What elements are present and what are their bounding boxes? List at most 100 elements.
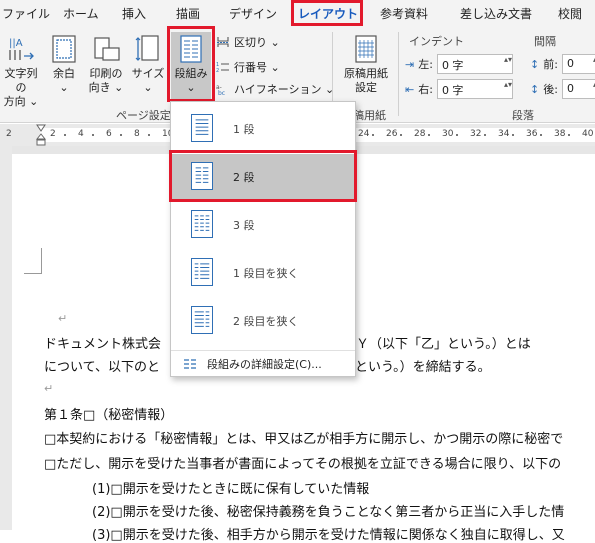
spacing-before-icon: ↕: [530, 57, 540, 71]
document-line-7: (2)□開示を受けた後、秘密保持義務を負うことなく第三者から正当に入手した情: [92, 505, 565, 520]
manuscript-setup-button[interactable]: 原稿用紙 設定: [338, 34, 394, 95]
svg-text:bc: bc: [218, 90, 225, 96]
indent-right-row: ⇤ 右: 0 字: [405, 79, 513, 99]
manuscript-label-2: 設定: [355, 81, 377, 94]
paragraph-mark: ↵: [44, 382, 54, 395]
ruler-number: 8: [134, 129, 140, 139]
indent-right-input[interactable]: 0 字: [436, 79, 513, 99]
spacing-before-input[interactable]: 0: [561, 54, 595, 74]
spacing-after-label: 後:: [543, 83, 558, 96]
orientation-label-1: 印刷の: [89, 67, 123, 80]
manuscript-group-label: 稿用紙: [353, 109, 386, 122]
line-numbers-button[interactable]: 12 行番号 ⌄: [216, 59, 280, 75]
ruler-number: 40: [582, 129, 594, 139]
left-narrow-columns-icon: [191, 258, 213, 286]
right-narrow-columns-icon: [191, 306, 213, 334]
indent-right-icon: ⇤: [405, 82, 415, 96]
tab-draw[interactable]: 描画: [176, 5, 200, 22]
columns-dropdown-menu: 1 段 2 段 3 段 1 段目を狭く 2 段目を狭く 段組みの詳細設定(C).…: [170, 101, 356, 377]
ruler-number: 2: [6, 129, 12, 139]
ruler-number: 28: [414, 129, 426, 139]
spacing-after-input[interactable]: 0: [561, 79, 595, 99]
columns-option-one[interactable]: 1 段: [171, 106, 355, 152]
spacing-after-icon: ↕: [530, 82, 540, 96]
tab-review[interactable]: 校閲: [558, 5, 582, 22]
document-line-6: (1)□開示を受けたときに既に保有していた情報: [92, 482, 370, 497]
tab-home[interactable]: ホーム: [63, 5, 99, 22]
vertical-ruler: [0, 146, 12, 530]
ruler-tick: [400, 134, 402, 136]
spacing-after-row: ↕ 後: 0: [530, 79, 595, 99]
margins-label-2: ⌄: [59, 81, 69, 94]
columns-option-three[interactable]: 3 段: [171, 202, 355, 248]
document-line-4: □本契約における「秘密情報」とは、甲又は乙が相手方に開示し、かつ開示の際に秘密で: [44, 432, 564, 447]
indent-left-input[interactable]: 0 字: [436, 54, 513, 74]
margins-icon: [52, 35, 76, 63]
tab-references[interactable]: 参考資料: [380, 5, 428, 22]
tab-mailings[interactable]: 差し込み文書: [460, 5, 532, 22]
indent-left-icon: ⇥: [405, 57, 415, 71]
three-columns-icon: [191, 210, 213, 238]
ruler-tick: [428, 134, 430, 136]
ribbon-separator: [398, 32, 399, 116]
columns-option-label: 1 段: [233, 123, 255, 136]
manuscript-paper-icon: [355, 35, 377, 63]
hyphenation-label: ハイフネーション ⌄: [234, 83, 335, 96]
ruler-number: 6: [106, 129, 112, 139]
ruler-tick: [540, 134, 542, 136]
indent-left-label: 左:: [418, 58, 433, 71]
two-columns-highlight: [169, 150, 357, 202]
ruler-tick: [148, 134, 150, 136]
orientation-button[interactable]: 印刷の 向き ⌄: [86, 34, 126, 95]
columns-option-right[interactable]: 2 段目を狭く: [171, 298, 355, 344]
tab-design[interactable]: デザイン: [229, 5, 277, 22]
document-line-8: (3)□開示を受けた後、相手方から開示を受けた情報に関係なく独自に取得し、又: [92, 528, 565, 543]
more-columns-option[interactable]: 段組みの詳細設定(C)...: [171, 350, 355, 376]
orientation-icon: [94, 37, 120, 61]
hyphenation-button[interactable]: a-bc ハイフネーション ⌄: [216, 81, 334, 97]
breaks-button[interactable]: 区切り ⌄: [216, 34, 280, 50]
size-label-2: ⌄: [143, 81, 153, 94]
document-line-3: 第１条□（秘密情報）: [44, 408, 174, 423]
size-label-1: サイズ: [131, 67, 165, 80]
ruler-number: 24: [358, 129, 370, 139]
ruler-number: 2: [50, 129, 56, 139]
svg-text:||A: ||A: [9, 38, 23, 49]
indent-marker-icon[interactable]: [36, 124, 46, 146]
breaks-label: 区切り ⌄: [234, 36, 280, 49]
indent-right-label: 右:: [418, 83, 433, 96]
ruler-number: 38: [554, 129, 566, 139]
columns-option-left[interactable]: 1 段目を狭く: [171, 250, 355, 296]
ruler-number: 4: [78, 129, 84, 139]
tab-insert[interactable]: 挿入: [122, 5, 146, 22]
columns-option-label: 2 段目を狭く: [233, 315, 299, 328]
layout-tab-highlight: [291, 0, 363, 26]
paragraph-mark: ↵: [58, 312, 68, 325]
size-button[interactable]: サイズ ⌄: [130, 34, 166, 95]
ruler-tick: [456, 134, 458, 136]
text-direction-button[interactable]: ||A 文字列の 方向 ⌄: [0, 34, 42, 109]
orientation-label-2: 向き ⌄: [88, 81, 124, 94]
paragraph-group-label: 段落: [512, 109, 534, 122]
indent-heading: インデント: [409, 35, 464, 48]
tab-file[interactable]: ファイル: [2, 5, 50, 22]
more-columns-label: 段組みの詳細設定(C)...: [207, 357, 322, 371]
text-direction-icon: ||A: [9, 38, 34, 60]
line-numbers-label: 行番号 ⌄: [234, 61, 280, 74]
text-direction-label-1: 文字列の: [4, 67, 38, 94]
manuscript-label-1: 原稿用紙: [344, 67, 388, 80]
more-columns-icon: [184, 359, 196, 369]
margins-label-1: 余白: [53, 67, 75, 80]
columns-button-highlight: [167, 26, 215, 102]
page-size-icon: [135, 35, 159, 61]
columns-option-label: 1 段目を狭く: [233, 267, 299, 280]
page-setup-group-label: ページ設定: [116, 109, 171, 122]
hyphenation-icon: a-bc: [216, 84, 225, 96]
ruler-tick: [512, 134, 514, 136]
page-corner-mark: [24, 248, 42, 274]
margins-button[interactable]: 余白 ⌄: [48, 34, 80, 95]
ruler-tick: [568, 134, 570, 136]
breaks-icon: [217, 37, 229, 47]
spacing-before-label: 前:: [543, 58, 558, 71]
ruler-number: 26: [386, 129, 398, 139]
